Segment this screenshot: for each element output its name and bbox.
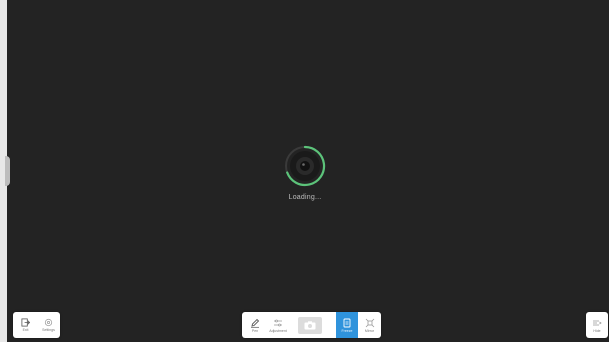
sliders-icon xyxy=(274,319,282,326)
camera-icon xyxy=(304,320,316,329)
pen-icon xyxy=(251,318,260,328)
exit-icon xyxy=(21,318,30,327)
spinner-icon xyxy=(285,145,326,187)
settings-button[interactable]: Settings xyxy=(38,312,59,338)
mirror-icon xyxy=(365,318,374,327)
toolbar-right: Hide xyxy=(586,312,608,338)
hide-label: Hide xyxy=(593,328,601,333)
settings-label: Settings xyxy=(42,328,55,332)
pen-label: Pen xyxy=(251,328,259,333)
mirror-button[interactable]: Mirror xyxy=(359,312,380,338)
adjust-label: Adjustment xyxy=(269,328,287,333)
capture-button[interactable] xyxy=(295,312,325,338)
loading-spinner xyxy=(284,145,326,187)
freeze-button[interactable]: Freeze xyxy=(336,312,358,338)
side-panel-handle[interactable] xyxy=(5,156,10,186)
collapse-icon xyxy=(593,320,602,325)
toolbar-left: Exit Settings xyxy=(13,312,60,338)
adjust-button[interactable]: Adjustment xyxy=(266,312,290,338)
hide-toolbar-button[interactable]: Hide xyxy=(586,312,608,338)
freeze-icon xyxy=(343,318,351,327)
loading-text: Loading... xyxy=(288,194,322,201)
exit-label: Exit xyxy=(22,328,29,332)
pen-button[interactable]: Pen xyxy=(244,312,266,338)
camera-capture-box xyxy=(298,316,322,334)
mirror-label: Mirror xyxy=(364,328,375,333)
exit-button[interactable]: Exit xyxy=(15,312,36,338)
freeze-label: Freeze xyxy=(341,328,353,333)
gear-icon xyxy=(44,318,53,327)
toolbar-center: Pen Adjustment Freeze Mirror xyxy=(242,312,381,338)
